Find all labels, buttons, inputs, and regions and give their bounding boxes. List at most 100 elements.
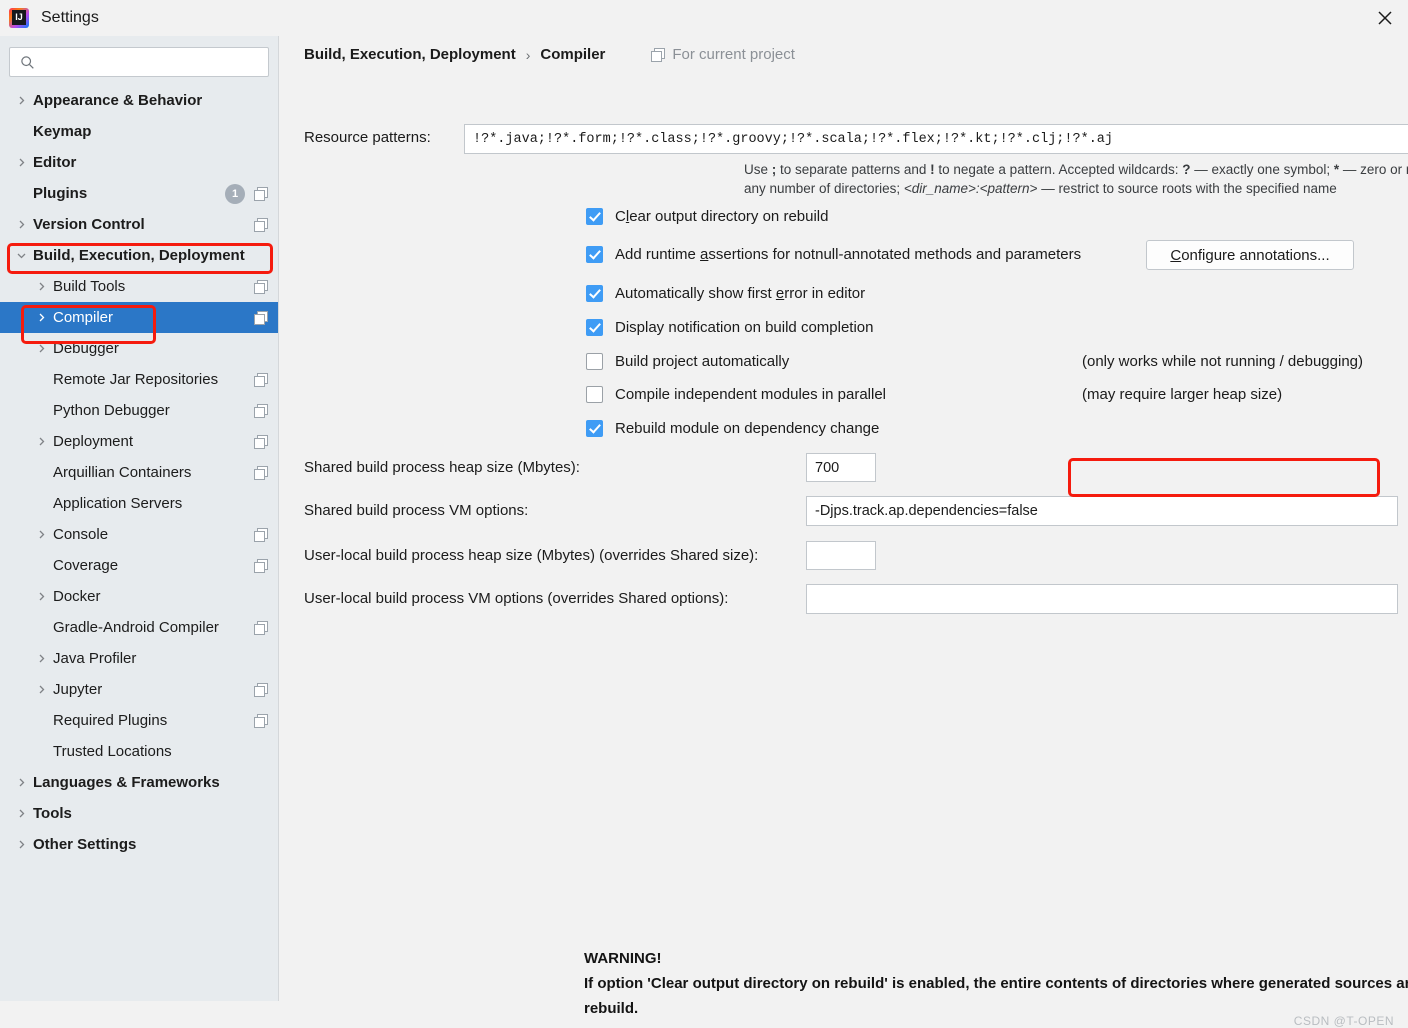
chevron-right-icon[interactable] (33, 434, 49, 450)
sidebar-item-label: Coverage (53, 557, 119, 574)
chevron-right-icon[interactable] (33, 682, 49, 698)
checkbox-row-clear-output[interactable]: Clear output directory on rebuild (586, 208, 828, 225)
chevron-right-icon[interactable] (33, 279, 49, 295)
copy-icon[interactable] (254, 186, 268, 201)
project-scope-icon[interactable] (254, 558, 268, 573)
checkbox-display-notification[interactable] (586, 319, 603, 336)
copy-icon[interactable] (254, 620, 268, 635)
project-scope-icon[interactable] (254, 372, 268, 387)
sidebar-item-version-control[interactable]: Version Control (0, 209, 278, 240)
checkbox-build-automatically[interactable] (586, 353, 603, 370)
chevron-right-icon[interactable] (33, 651, 49, 667)
project-scope-icon[interactable] (254, 620, 268, 635)
project-scope-icon[interactable] (254, 527, 268, 542)
search-input[interactable] (38, 49, 268, 75)
sidebar-item-java-profiler[interactable]: Java Profiler (0, 643, 278, 674)
checkbox-label-rebuild-on-dependency: Rebuild module on dependency change (615, 420, 880, 437)
sidebar-item-console[interactable]: Console (0, 519, 278, 550)
project-scope-icon[interactable] (254, 186, 268, 201)
checkbox-label-clear-output: Clear output directory on rebuild (615, 208, 828, 225)
chevron-right-icon[interactable] (33, 341, 49, 357)
copy-icon[interactable] (254, 279, 268, 294)
sidebar-item-docker[interactable]: Docker (0, 581, 278, 612)
breadcrumb-parent[interactable]: Build, Execution, Deployment (304, 46, 516, 63)
chevron-down-icon[interactable] (13, 248, 29, 264)
copy-icon (651, 47, 666, 62)
copy-icon[interactable] (254, 682, 268, 697)
copy-icon[interactable] (254, 403, 268, 418)
project-scope-icon[interactable] (254, 279, 268, 294)
chevron-right-icon[interactable] (33, 310, 49, 326)
checkbox-clear-output[interactable] (586, 208, 603, 225)
checkbox-row-rebuild-on-dependency[interactable]: Rebuild module on dependency change (586, 420, 879, 437)
sidebar-item-trusted-locations[interactable]: Trusted Locations (0, 736, 278, 767)
sidebar-item-coverage[interactable]: Coverage (0, 550, 278, 581)
checkbox-rebuild-on-dependency[interactable] (586, 420, 603, 437)
sidebar-item-tools[interactable]: Tools (0, 798, 278, 829)
checkbox-row-build-automatically[interactable]: Build project automatically (586, 353, 789, 370)
sidebar-item-jupyter[interactable]: Jupyter (0, 674, 278, 705)
checkbox-parallel-modules[interactable] (586, 386, 603, 403)
close-icon (1378, 11, 1392, 25)
shared-vm-options-input[interactable] (806, 496, 1398, 526)
close-button[interactable] (1362, 0, 1408, 36)
sidebar-search[interactable] (9, 47, 269, 77)
chevron-right-icon[interactable] (33, 527, 49, 543)
chevron-right-icon[interactable] (33, 589, 49, 605)
copy-icon[interactable] (254, 465, 268, 480)
checkbox-row-display-notification[interactable]: Display notification on build completion (586, 319, 873, 336)
copy-icon[interactable] (254, 310, 268, 325)
checkbox-row-show-first-error[interactable]: Automatically show first error in editor (586, 285, 865, 302)
scope-label: For current project (672, 46, 795, 63)
userlocal-vm-options-input[interactable] (806, 584, 1398, 614)
copy-icon[interactable] (254, 713, 268, 728)
sidebar-item-adornments (254, 457, 268, 488)
sidebar-item-plugins[interactable]: Plugins 1 (0, 178, 278, 209)
sidebar-item-build-execution-deployment[interactable]: Build, Execution, Deployment (0, 240, 278, 271)
sidebar-item-editor[interactable]: Editor (0, 147, 278, 178)
chevron-right-icon[interactable] (13, 806, 29, 822)
project-scope-icon[interactable] (254, 682, 268, 697)
chevron-right-icon[interactable] (13, 837, 29, 853)
sidebar-item-required-plugins[interactable]: Required Plugins (0, 705, 278, 736)
checkbox-row-parallel-modules[interactable]: Compile independent modules in parallel (586, 386, 886, 403)
copy-icon[interactable] (254, 434, 268, 449)
userlocal-heap-size-input[interactable] (806, 541, 876, 570)
chevron-right-icon[interactable] (13, 93, 29, 109)
checkbox-runtime-assertions[interactable] (586, 246, 603, 263)
project-scope-icon[interactable] (254, 310, 268, 325)
checkbox-row-runtime-assertions[interactable]: Add runtime assertions for notnull-annot… (586, 246, 1081, 263)
sidebar-item-application-servers[interactable]: Application Servers (0, 488, 278, 519)
copy-icon[interactable] (254, 527, 268, 542)
copy-icon[interactable] (254, 558, 268, 573)
hint-l1g: — exactly one symbol; (1190, 162, 1334, 177)
project-scope-icon[interactable] (254, 403, 268, 418)
sidebar-item-gradle-android-compiler[interactable]: Gradle-Android Compiler (0, 612, 278, 643)
copy-icon[interactable] (254, 217, 268, 232)
sidebar-item-deployment[interactable]: Deployment (0, 426, 278, 457)
configure-annotations-button[interactable]: Configure annotations... (1146, 240, 1354, 270)
sidebar-item-appearance-behavior[interactable]: Appearance & Behavior (0, 85, 278, 116)
chevron-right-icon[interactable] (13, 155, 29, 171)
sidebar-item-other-settings[interactable]: Other Settings (0, 829, 278, 860)
project-scope-icon[interactable] (254, 434, 268, 449)
project-scope-icon[interactable] (254, 217, 268, 232)
project-scope-icon[interactable] (254, 713, 268, 728)
sidebar-item-languages-frameworks[interactable]: Languages & Frameworks (0, 767, 278, 798)
project-scope-icon[interactable] (254, 465, 268, 480)
sidebar-item-arquillian-containers[interactable]: Arquillian Containers (0, 457, 278, 488)
sidebar-item-compiler[interactable]: Compiler (0, 302, 278, 333)
shared-heap-size-input[interactable] (806, 453, 876, 482)
resource-patterns-input[interactable] (464, 124, 1408, 154)
chevron-right-icon[interactable] (13, 775, 29, 791)
checkbox-label-show-first-error: Automatically show first error in editor (615, 285, 865, 302)
userlocal-heap-size-label: User-local build process heap size (Mbyt… (304, 547, 759, 564)
copy-icon[interactable] (254, 372, 268, 387)
chevron-right-icon[interactable] (13, 217, 29, 233)
sidebar-item-remote-jar-repositories[interactable]: Remote Jar Repositories (0, 364, 278, 395)
checkbox-show-first-error[interactable] (586, 285, 603, 302)
sidebar-item-debugger[interactable]: Debugger (0, 333, 278, 364)
sidebar-item-build-tools[interactable]: Build Tools (0, 271, 278, 302)
sidebar-item-keymap[interactable]: Keymap (0, 116, 278, 147)
sidebar-item-python-debugger[interactable]: Python Debugger (0, 395, 278, 426)
